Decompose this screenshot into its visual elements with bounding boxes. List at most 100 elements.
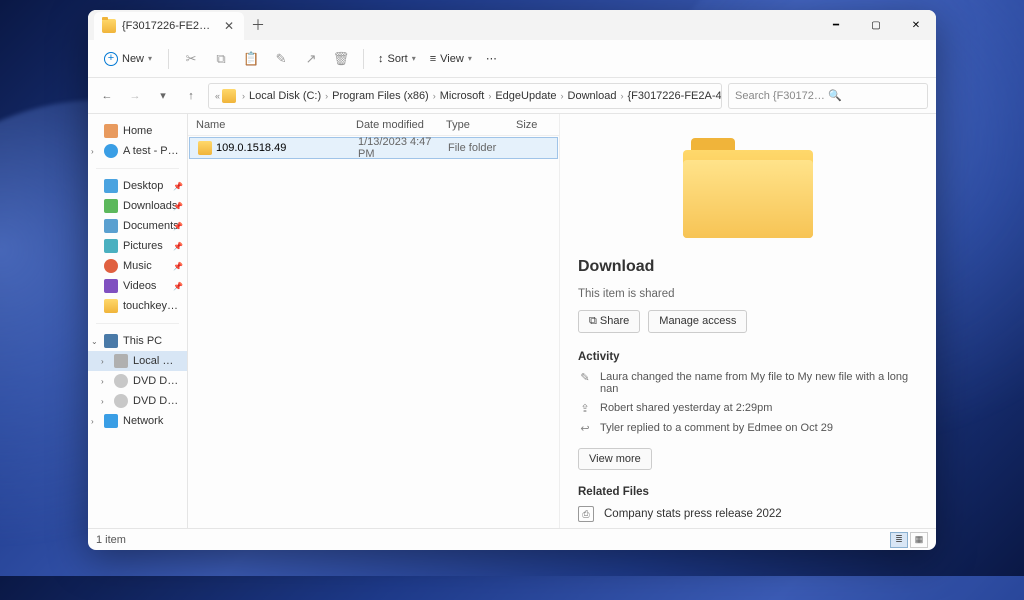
nav-local-disk[interactable]: ›Local Disk (C:): [88, 351, 187, 371]
breadcrumb-seg[interactable]: {F3017226-FE2A-4293-8BDF-00C3A9A7E4C5}: [625, 90, 722, 102]
related-file-name: Company stats press release 2022: [604, 508, 782, 520]
col-type[interactable]: Type: [438, 119, 508, 131]
nav-videos[interactable]: Videos📌: [88, 276, 187, 296]
view-icon: ≡: [430, 53, 436, 65]
activity-row: ⇪ Robert shared yesterday at 2:29pm: [578, 402, 918, 415]
window-tab[interactable]: {F3017226-FE2A-4295-8BDF-0 ✕: [94, 12, 244, 40]
back-button[interactable]: ←: [96, 85, 118, 107]
downloads-icon: [104, 199, 118, 213]
share-icon: ↗: [297, 45, 325, 73]
chevron-right-icon[interactable]: ›: [101, 357, 104, 366]
view-button[interactable]: ≡ View ▾: [424, 49, 478, 69]
nav-network[interactable]: ›Network: [88, 411, 187, 431]
breadcrumb-seg[interactable]: Microsoft: [438, 90, 487, 102]
status-bar: 1 item ≣ ▦: [88, 528, 936, 550]
up-button[interactable]: ↑: [180, 85, 202, 107]
nav-dvd-d[interactable]: ›DVD Drive (D:) CC: [88, 371, 187, 391]
search-input[interactable]: Search {F3017226-FE2A-4293-8BDF-00C3A9A7…: [728, 83, 928, 109]
cut-icon: ✂: [177, 45, 205, 73]
breadcrumb[interactable]: « › Local Disk (C:)› Program Files (x86)…: [208, 83, 722, 109]
col-name[interactable]: Name: [188, 119, 348, 131]
nav-documents[interactable]: Documents📌: [88, 216, 187, 236]
maximize-button[interactable]: ▢: [856, 10, 896, 40]
new-label: New: [122, 53, 144, 65]
activity-text: Robert shared yesterday at 2:29pm: [600, 402, 772, 414]
related-file[interactable]: ⎙ Company stats press release 2022: [578, 506, 918, 522]
view-more-button[interactable]: View more: [578, 448, 652, 470]
large-folder-icon: [683, 138, 813, 238]
share-button[interactable]: ⧉ Share: [578, 310, 640, 333]
dvd-icon: [114, 394, 128, 408]
sort-button[interactable]: ↕ Sort ▾: [372, 49, 422, 69]
chevron-down-icon: ▾: [468, 54, 472, 63]
breadcrumb-seg[interactable]: Download: [566, 90, 619, 102]
share-icon: ⇪: [578, 402, 592, 415]
folder-icon: [102, 19, 116, 33]
copy-icon: ⧉: [207, 45, 235, 73]
pin-icon: 📌: [173, 182, 183, 191]
col-date[interactable]: Date modified: [348, 119, 438, 131]
rename-icon: ✎: [267, 45, 295, 73]
nav-desktop[interactable]: Desktop📌: [88, 176, 187, 196]
tab-close-icon[interactable]: ✕: [222, 19, 236, 33]
nav-pane: Home › A test - Personal Desktop📌 Downlo…: [88, 114, 188, 528]
nav-music[interactable]: Music📌: [88, 256, 187, 276]
chevron-right-icon[interactable]: ›: [101, 397, 104, 406]
folder-icon: [104, 299, 118, 313]
chevron-right-icon[interactable]: ›: [91, 417, 94, 426]
nav-touchkeyboard[interactable]: touchkeyboard: [88, 296, 187, 316]
activity-text: Tyler replied to a comment by Edmee on O…: [600, 422, 833, 434]
new-tab-button[interactable]: ＋: [244, 15, 272, 35]
file-list: Name Date modified Type Size 109.0.1518.…: [188, 114, 560, 528]
minimize-button[interactable]: ━: [816, 10, 856, 40]
nav-home[interactable]: Home: [88, 121, 187, 141]
nav-this-pc[interactable]: ⌄This PC: [88, 331, 187, 351]
nav-pictures[interactable]: Pictures📌: [88, 236, 187, 256]
address-bar-row: ← → ▾ ↑ « › Local Disk (C:)› Program Fil…: [88, 78, 936, 114]
details-title: Download: [578, 258, 918, 276]
manage-access-button[interactable]: Manage access: [648, 310, 747, 333]
desktop-icon: [104, 179, 118, 193]
row-type: File folder: [440, 142, 510, 154]
breadcrumb-seg[interactable]: Local Disk (C:): [247, 90, 323, 102]
col-size[interactable]: Size: [508, 119, 548, 131]
delete-icon: 🗑: [327, 45, 355, 73]
breadcrumb-seg[interactable]: EdgeUpdate: [493, 90, 558, 102]
recent-button[interactable]: ▾: [152, 85, 174, 107]
status-text: 1 item: [96, 534, 126, 546]
pin-icon: 📌: [173, 282, 183, 291]
thumbnails-view-button[interactable]: ▦: [910, 532, 928, 548]
chevron-down-icon[interactable]: ⌄: [91, 337, 98, 346]
edit-icon: ✎: [578, 371, 592, 384]
nav-downloads[interactable]: Downloads📌: [88, 196, 187, 216]
sort-icon: ↕: [378, 53, 384, 65]
details-shared-text: This item is shared: [578, 288, 918, 300]
home-icon: [104, 124, 118, 138]
new-button[interactable]: + New ▾: [96, 48, 160, 70]
network-icon: [104, 414, 118, 428]
toolbar: + New ▾ ✂ ⧉ 📋 ✎ ↗ 🗑 ↕ Sort ▾ ≡ View ▾ ⋯: [88, 40, 936, 78]
details-pane: Download This item is shared ⧉ Share Man…: [560, 114, 936, 528]
breadcrumb-overflow-icon[interactable]: «: [213, 91, 222, 101]
search-placeholder: Search {F3017226-FE2A-4293-8BDF-00C3A9A7…: [735, 90, 828, 102]
view-label: View: [440, 53, 464, 65]
chevron-down-icon: ▾: [412, 54, 416, 63]
pc-icon: [104, 334, 118, 348]
close-button[interactable]: ✕: [896, 10, 936, 40]
chevron-down-icon: ▾: [148, 54, 152, 63]
nav-dvd-d2[interactable]: ›DVD Drive (D:) CCC: [88, 391, 187, 411]
details-view-button[interactable]: ≣: [890, 532, 908, 548]
breadcrumb-seg[interactable]: Program Files (x86): [330, 90, 431, 102]
nav-onedrive[interactable]: › A test - Personal: [88, 141, 187, 161]
more-button[interactable]: ⋯: [480, 48, 503, 69]
table-row[interactable]: 109.0.1518.49 1/13/2023 4:47 PM File fol…: [189, 137, 558, 159]
chevron-right-icon[interactable]: ›: [101, 377, 104, 386]
search-icon: 🔍: [828, 89, 921, 102]
activity-row: ↩ Tyler replied to a comment by Edmee on …: [578, 422, 918, 435]
reply-icon: ↩: [578, 422, 592, 435]
plus-icon: +: [104, 52, 118, 66]
chevron-right-icon[interactable]: ›: [91, 147, 94, 156]
disk-icon: [114, 354, 128, 368]
pin-icon: 📌: [173, 202, 183, 211]
forward-button: →: [124, 85, 146, 107]
